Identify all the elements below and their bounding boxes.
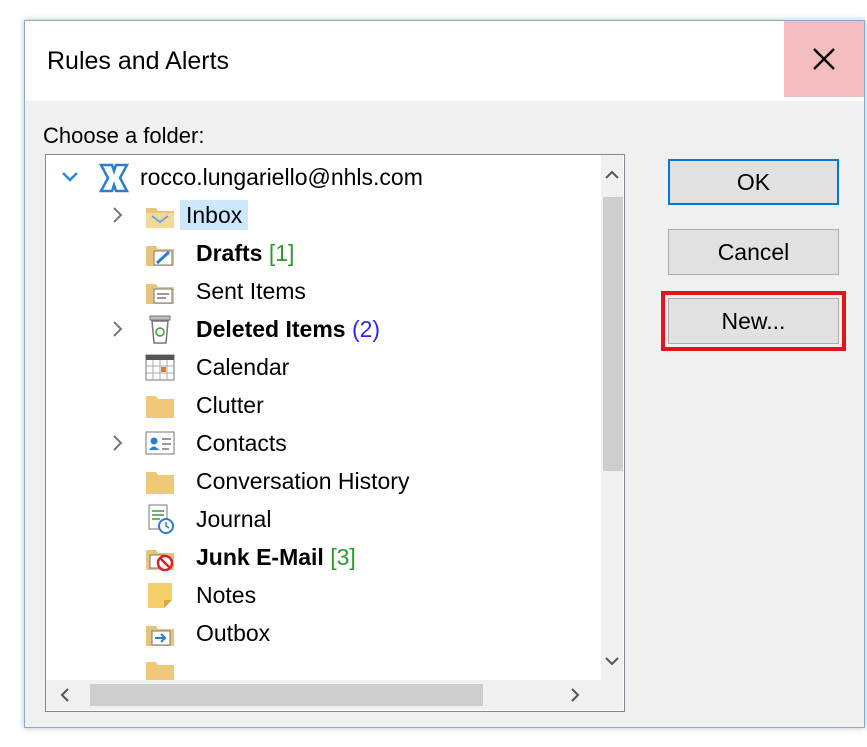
sent-items-folder-icon [144, 276, 174, 306]
outbox-folder-icon [144, 618, 174, 648]
tree-item-outbox[interactable]: Outbox [46, 615, 586, 651]
tree-item-text: Deleted Items (2) [196, 314, 380, 344]
tree-item-deleted-items[interactable]: Deleted Items (2) [46, 311, 586, 347]
rules-and-alerts-dialog: Rules and Alerts Choose a folder: rocco.… [24, 20, 865, 728]
scroll-down-icon[interactable] [605, 653, 619, 671]
chevron-right-icon[interactable] [108, 205, 128, 225]
inbox-folder-icon [144, 200, 174, 230]
unread-count-badge: (2) [351, 316, 381, 342]
tree-item-label: Junk E-Mail [196, 544, 324, 570]
tree-item-label: Drafts [196, 240, 263, 266]
tree-account-row[interactable]: rocco.lungariello@nhls.com [60, 159, 580, 195]
chevron-right-icon[interactable] [108, 433, 128, 453]
tree-item-label: Outbox [196, 620, 271, 646]
vertical-scroll-thumb[interactable] [603, 197, 623, 471]
tree-item-inbox[interactable]: Inbox [46, 197, 586, 233]
tree-item-contacts[interactable]: Contacts [46, 425, 586, 461]
close-button[interactable] [784, 21, 864, 97]
calendar-icon [144, 352, 175, 382]
scrollbar-corner [601, 680, 623, 710]
choose-folder-label: Choose a folder: [43, 123, 205, 148]
vertical-scrollbar[interactable] [601, 155, 623, 680]
new-button[interactable]: New... [661, 291, 846, 351]
dialog-body: Choose a folder: rocco.lungariello@nhls.… [25, 101, 864, 727]
tree-item-label: Sent Items [196, 278, 306, 304]
dialog-title: Rules and Alerts [47, 47, 230, 75]
folder-icon [144, 390, 174, 420]
tree-item-conversation-history[interactable]: Conversation History [46, 463, 586, 499]
ok-button[interactable]: OK [668, 159, 839, 205]
chevron-down-icon[interactable] [60, 167, 80, 187]
tree-item-calendar[interactable]: Calendar [46, 349, 586, 385]
tree-item-journal[interactable]: Journal [46, 501, 586, 537]
folder-icon [144, 466, 174, 496]
tree-item-drafts[interactable]: Drafts [1] [46, 235, 586, 271]
exchange-account-icon [98, 162, 130, 193]
title-bar: Rules and Alerts [25, 21, 864, 101]
tree-item-label: Journal [196, 506, 272, 532]
unread-count-badge: [1] [268, 240, 295, 266]
journal-icon [146, 503, 176, 534]
tree-item-text: Drafts [1] [196, 238, 294, 268]
scroll-up-icon[interactable] [605, 167, 619, 185]
horizontal-scroll-thumb[interactable] [90, 684, 483, 706]
account-name: rocco.lungariello@nhls.com [140, 164, 423, 190]
close-icon [813, 48, 835, 70]
tree-item-label: Clutter [196, 392, 264, 418]
scroll-left-icon[interactable] [60, 688, 70, 707]
chevron-right-icon[interactable] [108, 319, 128, 339]
tree-item-label: Inbox [180, 200, 249, 230]
tree-item-text: Junk E-Mail [3] [196, 542, 356, 572]
notes-icon [144, 580, 174, 610]
contact-card-icon [144, 428, 175, 458]
tree-item-clutter[interactable]: Clutter [46, 387, 586, 423]
junk-folder-icon [144, 542, 174, 572]
tree-item-partial [46, 653, 586, 680]
tree-item-label: Notes [196, 582, 257, 608]
tree-item-label: Contacts [196, 430, 287, 456]
trash-icon [146, 313, 176, 344]
tree-item-label: Conversation History [196, 468, 410, 494]
cancel-button[interactable]: Cancel [668, 229, 839, 275]
tree-item-junk-email[interactable]: Junk E-Mail [3] [46, 539, 586, 575]
unread-count-badge: [3] [330, 544, 356, 570]
scroll-right-icon[interactable] [570, 688, 580, 707]
tree-item-label: Calendar [196, 354, 290, 380]
horizontal-scrollbar[interactable] [46, 680, 601, 710]
tree-item-notes[interactable]: Notes [46, 577, 586, 613]
folder-icon [144, 656, 174, 680]
drafts-folder-icon [144, 238, 174, 268]
tree-item-sent-items[interactable]: Sent Items [46, 273, 586, 309]
folder-tree[interactable]: rocco.lungariello@nhls.com Inbox Drafts … [45, 154, 625, 712]
tree-item-label: Deleted Items [196, 316, 346, 342]
